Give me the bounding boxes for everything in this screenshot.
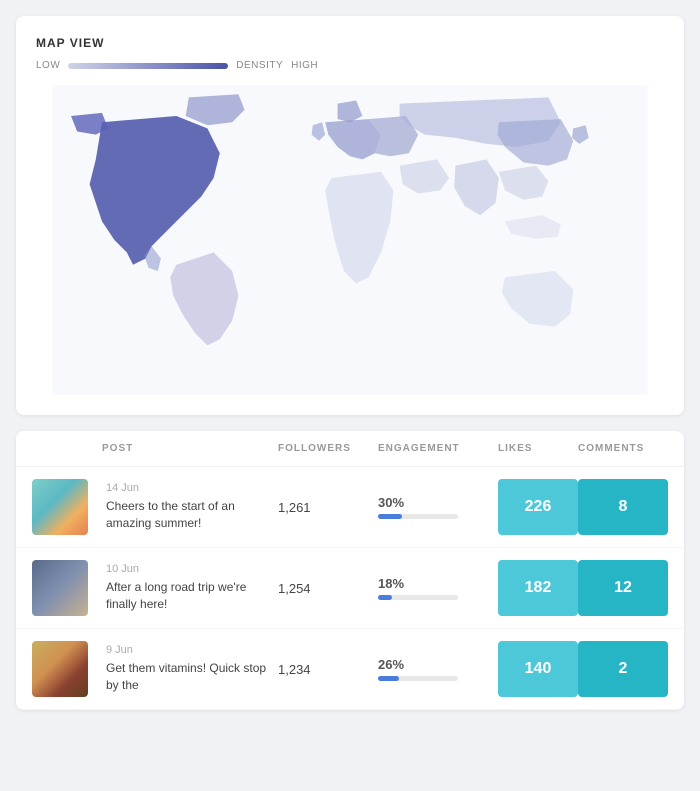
engagement-1: 30% xyxy=(378,495,498,519)
col-header-likes: LIKES xyxy=(498,443,578,454)
comments-1: 8 xyxy=(578,479,668,535)
engagement-bar-bg-2 xyxy=(378,595,458,600)
engagement-pct-2: 18% xyxy=(378,576,498,591)
table-row: 9 Jun Get them vitamins! Quick stop by t… xyxy=(16,629,684,710)
comments-2: 12 xyxy=(578,560,668,616)
col-header-engagement: ENGAGEMENT xyxy=(378,443,498,454)
post-text-3: Get them vitamins! Quick stop by the xyxy=(106,660,278,694)
likes-1: 226 xyxy=(498,479,578,535)
engagement-pct-1: 30% xyxy=(378,495,498,510)
post-thumbnail-1 xyxy=(32,479,102,535)
density-label: DENSITY xyxy=(236,60,283,71)
col-header-followers: FOLLOWERS xyxy=(278,443,378,454)
world-map xyxy=(36,85,664,395)
post-thumbnail-3 xyxy=(32,641,102,697)
engagement-bar-fill-3 xyxy=(378,676,399,681)
engagement-pct-3: 26% xyxy=(378,657,498,672)
engagement-bar-fill-2 xyxy=(378,595,392,600)
table-row: 10 Jun After a long road trip we're fina… xyxy=(16,548,684,629)
engagement-2: 18% xyxy=(378,576,498,600)
map-title: MAP VIEW xyxy=(36,36,664,50)
followers-2: 1,254 xyxy=(278,581,378,596)
engagement-bar-fill-1 xyxy=(378,514,402,519)
likes-3: 140 xyxy=(498,641,578,697)
col-header-post: POST xyxy=(102,443,278,454)
col-header-comments: COMMENTS xyxy=(578,443,668,454)
followers-3: 1,234 xyxy=(278,662,378,677)
engagement-bar-bg-3 xyxy=(378,676,458,681)
density-low-label: LOW xyxy=(36,60,60,71)
density-high-label: HIGH xyxy=(291,60,318,71)
post-date-2: 10 Jun xyxy=(106,563,278,575)
post-date-3: 9 Jun xyxy=(106,644,278,656)
post-info-2: 10 Jun After a long road trip we're fina… xyxy=(102,563,278,613)
post-thumbnail-2 xyxy=(32,560,102,616)
table-row: 14 Jun Cheers to the start of an amazing… xyxy=(16,467,684,548)
comments-3: 2 xyxy=(578,641,668,697)
col-header-empty xyxy=(32,443,102,454)
density-gradient-bar xyxy=(68,63,228,69)
engagement-bar-bg-1 xyxy=(378,514,458,519)
post-info-3: 9 Jun Get them vitamins! Quick stop by t… xyxy=(102,644,278,694)
engagement-3: 26% xyxy=(378,657,498,681)
post-date-1: 14 Jun xyxy=(106,482,278,494)
followers-1: 1,261 xyxy=(278,500,378,515)
posts-table: POST FOLLOWERS ENGAGEMENT LIKES COMMENTS… xyxy=(16,431,684,710)
post-text-2: After a long road trip we're finally her… xyxy=(106,579,278,613)
likes-2: 182 xyxy=(498,560,578,616)
post-info-1: 14 Jun Cheers to the start of an amazing… xyxy=(102,482,278,532)
post-text-1: Cheers to the start of an amazing summer… xyxy=(106,498,278,532)
table-header: POST FOLLOWERS ENGAGEMENT LIKES COMMENTS xyxy=(16,431,684,467)
map-card: MAP VIEW LOW DENSITY HIGH xyxy=(16,16,684,415)
density-legend: LOW DENSITY HIGH xyxy=(36,60,664,71)
